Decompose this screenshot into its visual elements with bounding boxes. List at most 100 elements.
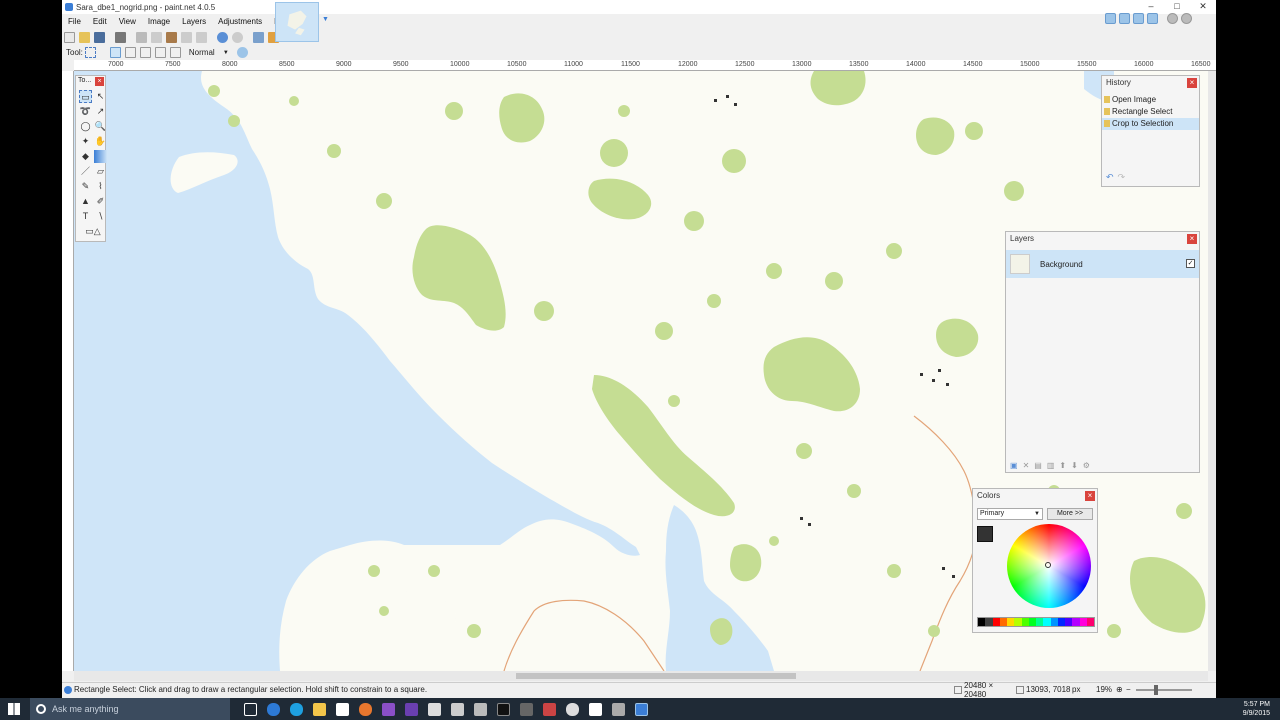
settings-icon[interactable] [1167,13,1178,24]
palette-swatch[interactable] [1028,618,1036,626]
history-item-rectangle-select[interactable]: Rectangle Select [1102,106,1199,118]
move-layer-up-icon[interactable]: ⬆ [1059,461,1066,470]
add-layer-icon[interactable]: ▣ [1010,461,1018,470]
paintbrush-icon[interactable]: ／ [79,165,92,178]
zoom-slider[interactable] [1136,684,1192,695]
settings-icon[interactable] [566,702,579,716]
clone-stamp-icon[interactable]: ▲ [79,195,92,208]
app-icon[interactable] [612,702,625,716]
selection-intersect-icon[interactable] [154,47,166,58]
units-select[interactable]: px [1072,685,1096,694]
zoom-out-icon[interactable]: − [1126,685,1136,694]
palette-swatch[interactable] [1086,618,1094,626]
selection-union-icon[interactable] [124,47,136,58]
paint-bucket-icon[interactable]: ◆ [79,150,92,163]
close-icon[interactable]: × [95,77,104,86]
visual-studio-2-icon[interactable] [405,702,418,716]
close-icon[interactable]: × [1085,491,1095,501]
firefox-icon[interactable] [359,702,372,716]
move-selected-icon[interactable]: ↖ [94,90,107,103]
close-icon[interactable]: × [1187,78,1197,88]
palette-swatch[interactable] [1072,618,1080,626]
layer-item[interactable]: Background ✓ [1006,250,1199,278]
visual-studio-icon[interactable] [382,702,395,716]
horizontal-scrollbar[interactable] [74,671,1208,681]
palette-swatch[interactable] [1065,618,1073,626]
chevron-down-icon[interactable]: ▼ [223,50,229,56]
recolor-icon[interactable]: ✐ [94,195,107,208]
new-icon[interactable] [64,32,75,43]
shapes-icon[interactable]: ▭△ [79,225,107,238]
palette-swatch[interactable] [978,618,986,626]
tools-window-icon[interactable] [1105,13,1116,24]
file-explorer-icon[interactable] [313,702,326,716]
palette-swatch[interactable] [1079,618,1087,626]
rectangle-select-icon[interactable]: ▭ [79,90,92,103]
paint-net-taskbar-icon[interactable] [635,702,648,716]
layer-properties-icon[interactable]: ⚙ [1083,461,1090,470]
paste-icon[interactable] [166,32,177,43]
palette-swatch[interactable] [1021,618,1029,626]
move-selection-icon[interactable]: ↗ [94,105,107,118]
colors-window-icon[interactable] [1147,13,1158,24]
calculator-icon[interactable] [474,702,487,716]
color-wheel[interactable] [1007,524,1091,608]
calendar-icon[interactable] [451,702,464,716]
move-layer-down-icon[interactable]: ⬇ [1071,461,1078,470]
menu-edit[interactable]: Edit [87,17,113,26]
merge-layer-icon[interactable]: ▥ [1047,461,1055,470]
ellipse-select-icon[interactable]: ◯ [79,120,92,133]
image-thumbnail-tab[interactable] [275,2,319,42]
undo-icon[interactable] [217,32,228,43]
redo-icon[interactable]: ↷ [1118,172,1126,183]
task-view-icon[interactable] [244,702,257,716]
delete-layer-icon[interactable]: ✕ [1023,461,1030,470]
maximize-button[interactable]: □ [1164,0,1190,12]
print-icon[interactable] [115,32,126,43]
app-icon[interactable] [520,702,533,716]
palette-swatch[interactable] [992,618,1000,626]
more-button[interactable]: More >> [1047,508,1093,520]
palette-swatch[interactable] [999,618,1007,626]
zoom-icon[interactable]: 🔍 [94,120,107,133]
eraser-icon[interactable]: ▱ [94,165,107,178]
palette-swatch[interactable] [985,618,993,626]
palette-swatch[interactable] [1007,618,1015,626]
color-wheel-cursor[interactable] [1045,562,1051,568]
selection-replace-icon[interactable] [109,47,121,58]
palette-swatch[interactable] [1036,618,1044,626]
open-icon[interactable] [79,32,90,43]
palette-swatch[interactable] [1043,618,1051,626]
pan-icon[interactable]: ✋ [94,135,107,148]
selection-exclude-icon[interactable] [139,47,151,58]
gradient-icon[interactable] [94,150,107,163]
clock-date[interactable]: 9/9/2015 [1243,710,1270,717]
cut-icon[interactable] [136,32,147,43]
line-curve-icon[interactable]: ∖ [94,210,107,223]
lasso-icon[interactable]: ➰ [79,105,92,118]
palette-swatch[interactable] [1014,618,1022,626]
menu-adjustments[interactable]: Adjustments [212,17,268,26]
history-item-crop-to-selection[interactable]: Crop to Selection [1102,118,1199,130]
blend-mode-select[interactable]: Normal [189,48,223,57]
scroll-thumb[interactable] [516,673,796,679]
terminal-icon[interactable] [497,702,510,716]
history-item-open-image[interactable]: Open Image [1102,94,1199,106]
minimize-button[interactable]: – [1138,0,1164,12]
primary-secondary-select[interactable]: Primary ▼ [977,508,1043,520]
palette-swatch[interactable] [1057,618,1065,626]
menu-image[interactable]: Image [142,17,176,26]
save-icon[interactable] [94,32,105,43]
windows-start-icon[interactable] [8,703,20,715]
menu-layers[interactable]: Layers [176,17,212,26]
undo-icon[interactable]: ↶ [1106,172,1114,183]
layers-window-icon[interactable] [1133,13,1144,24]
mail-icon[interactable] [428,702,441,716]
zoom-value[interactable]: 19% [1096,685,1116,694]
app-icon[interactable] [543,702,556,716]
menu-file[interactable]: File [62,17,87,26]
crop-icon[interactable] [181,32,192,43]
palette-swatch[interactable] [1050,618,1058,626]
help-icon[interactable] [1181,13,1192,24]
store-icon[interactable] [336,702,349,716]
